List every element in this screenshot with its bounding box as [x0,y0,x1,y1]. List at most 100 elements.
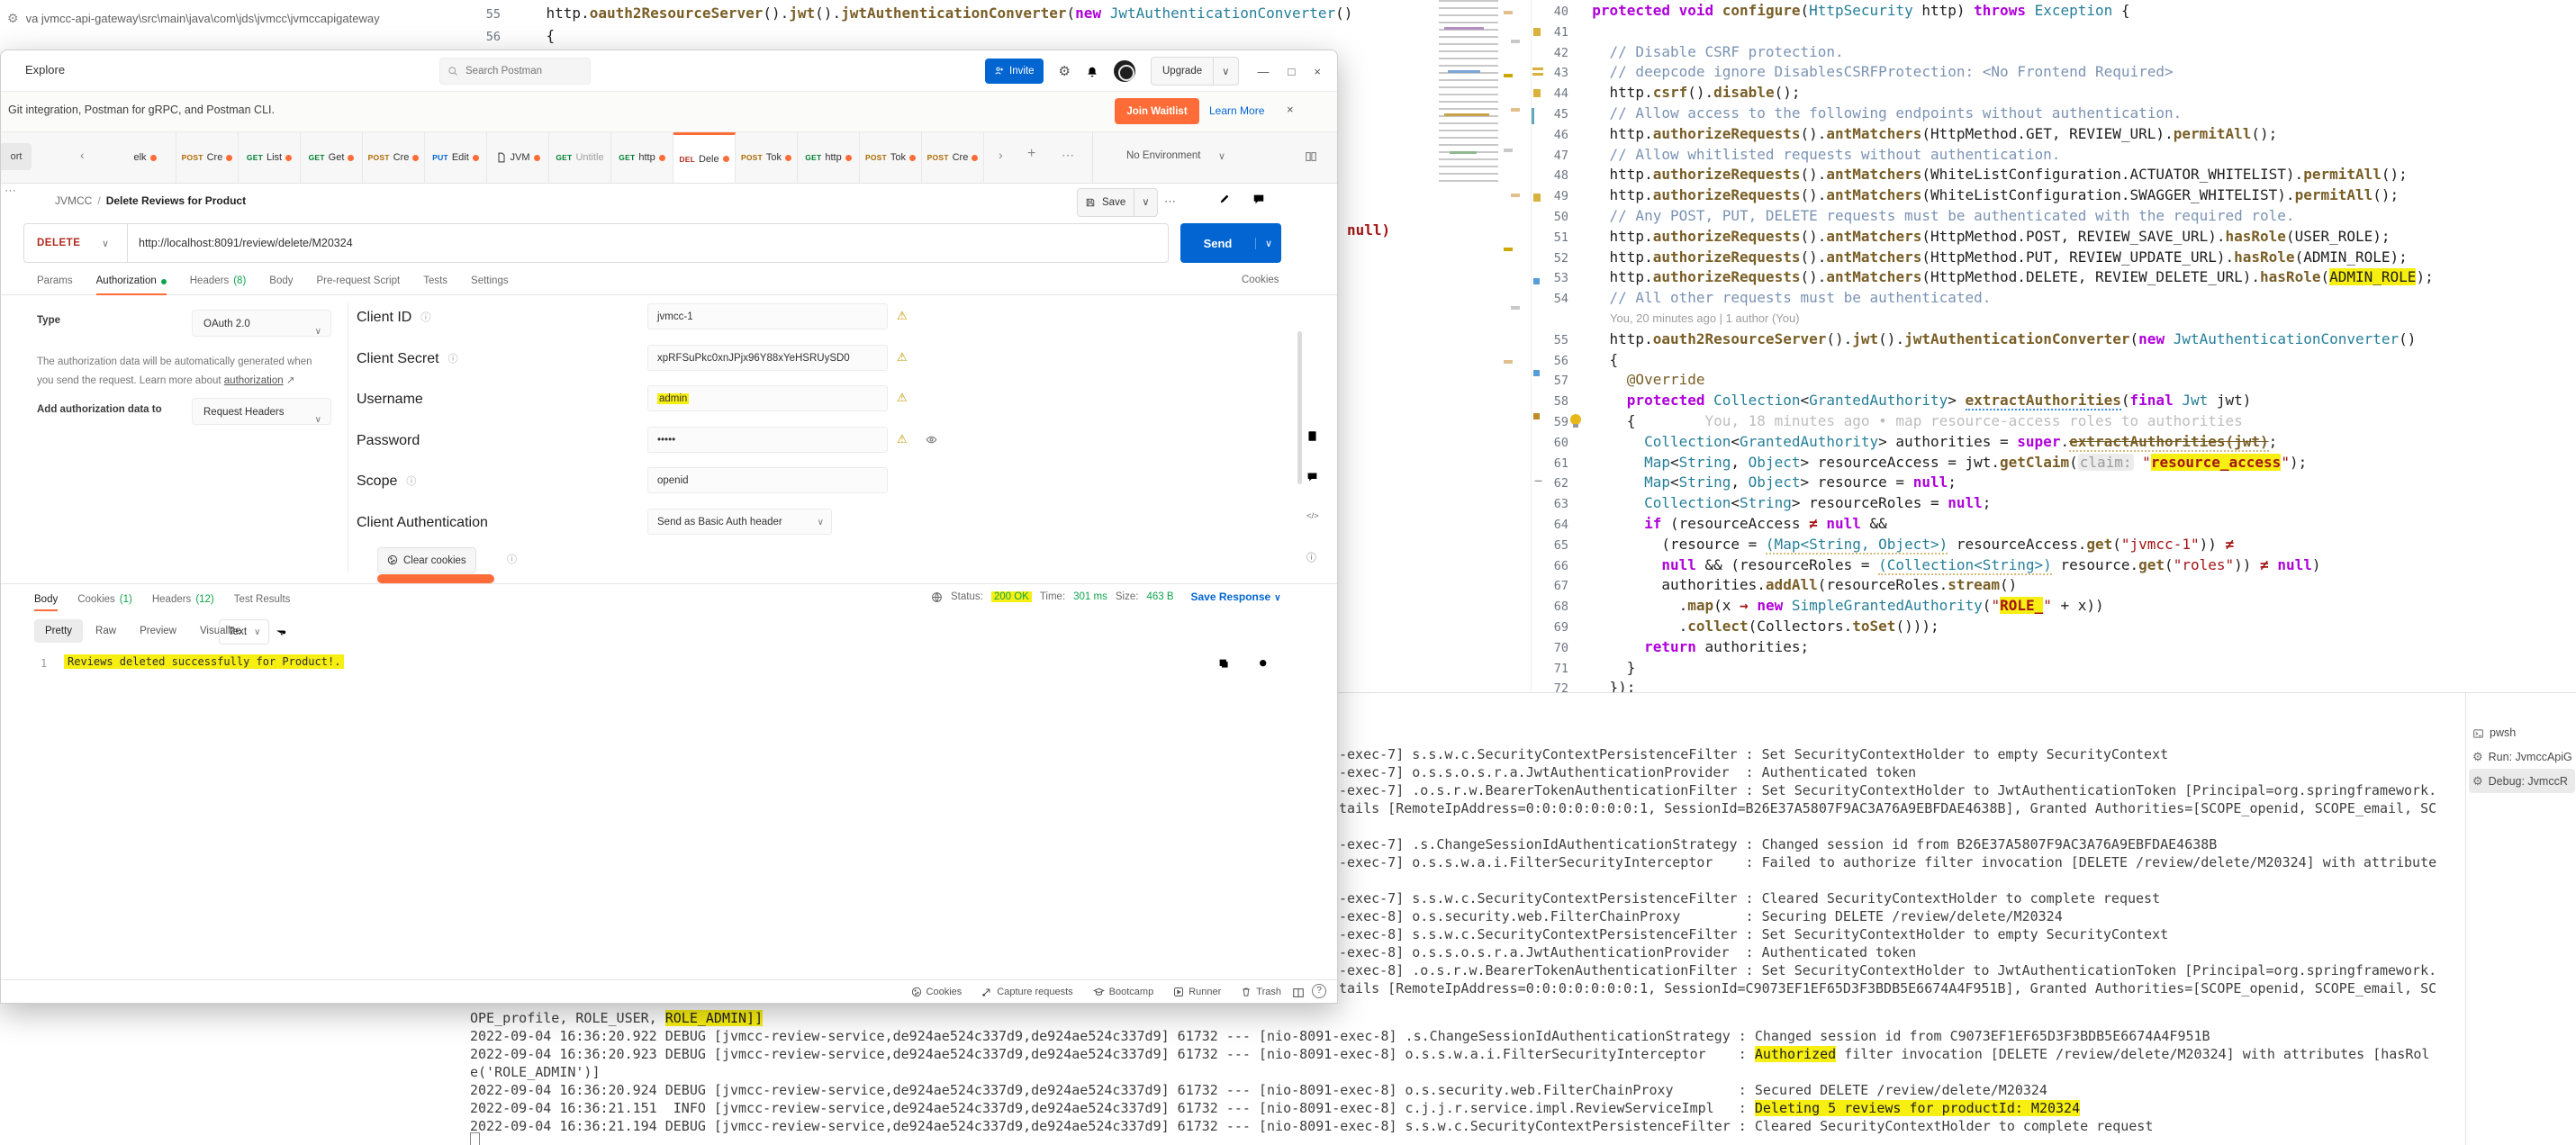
field-scope[interactable]: openid [647,467,888,493]
editor-left[interactable]: 55 http.oauth2ResourceServer().jwt().jwt… [470,2,1424,50]
request-tab-jvm[interactable]: JVM [487,132,549,183]
join-waitlist-button[interactable]: Join Waitlist [1115,98,1199,124]
sidebar-more-icon[interactable]: ⋯ [5,184,16,198]
authorization-link[interactable]: authorization [224,375,284,386]
scrollbar[interactable] [1297,331,1302,484]
tab-authorization[interactable]: Authorization [96,268,167,294]
editor-right[interactable]: − 40 protected void configure(HttpSecuri… [1531,1,2576,693]
request-tab-edit[interactable]: PUTEdit [425,132,487,183]
minimap[interactable] [1439,0,1498,185]
two-pane-icon[interactable] [1292,985,1305,1001]
request-tab-http[interactable]: GEThttp [798,132,860,183]
tab-options-icon[interactable]: ⋯ [1062,148,1074,163]
footer-bootcamp[interactable]: Bootcamp [1093,986,1154,996]
close-button[interactable]: × [1314,65,1321,78]
footer-cookies[interactable]: Cookies [911,986,963,996]
auth-type-select[interactable]: OAuth 2.0 ∨ [192,310,331,337]
request-tab-elk[interactable]: elk [114,132,176,183]
help-icon[interactable]: ? [1312,984,1326,998]
terminal-tab-pwsh[interactable]: pwsh [2469,720,2575,744]
save-response-button[interactable]: Save Response∨ [1191,591,1281,603]
response-body[interactable]: 1 Reviews deleted successfully for Produ… [1,646,1337,916]
request-tab-http[interactable]: GEThttp [611,132,673,183]
eye-icon[interactable] [926,432,937,448]
scroll-tabs-right-icon[interactable]: › [999,148,1003,162]
tab-cookies[interactable]: Cookies(1) [77,584,132,615]
format-select[interactable]: Text ∨ [219,619,269,645]
field-client-secret[interactable]: xpRFSuPkc0xnJPjx96Y88xYeHSRUySD0 [647,345,888,371]
terminal-tab-run-jvmccapig[interactable]: ⚙Run: JvmccApiG [2469,744,2575,769]
settings-gear-icon[interactable]: ⚙ [1059,63,1071,79]
fold-icon[interactable]: − [1534,473,1542,489]
clear-cookies-button[interactable]: Clear cookies [377,547,476,573]
request-tab-untitle[interactable]: GETUntitle [549,132,611,183]
invite-button[interactable]: Invite [985,59,1044,84]
tab-pre-request-script[interactable]: Pre-request Script [317,268,401,294]
scroll-tabs-left-icon[interactable]: ‹ [80,148,85,162]
request-tab-get[interactable]: GETGet [301,132,363,183]
learn-more-link[interactable]: Learn More [1209,104,1264,117]
lightbulb-icon[interactable] [1570,414,1582,428]
wrap-lines-icon[interactable] [275,623,288,639]
method-selector[interactable]: DELETE [24,238,102,248]
format-value: Text [228,627,247,637]
tab-settings[interactable]: Settings [471,268,509,294]
field-username[interactable]: admin [647,385,888,411]
field-client-id[interactable]: jvmcc-1 [647,303,888,329]
footer-trash[interactable]: Trash [1241,986,1281,996]
field-password[interactable]: ••••• [647,427,888,453]
banner-close-icon[interactable]: × [1287,103,1294,116]
field-value: jvmcc-1 [657,311,693,322]
request-tab-cre[interactable]: POSTCre [922,132,984,183]
workspace-name[interactable]: JVMCC [55,194,92,207]
environment-selector[interactable]: No Environment [1126,150,1200,161]
request-tab-list[interactable]: GETList [239,132,301,183]
send-button[interactable]: Send ∨ [1180,223,1281,263]
view-preview[interactable]: Preview [129,619,187,643]
new-tab-icon[interactable]: + [1027,146,1035,162]
view-pretty[interactable]: Pretty [34,619,83,643]
edit-pencil-icon[interactable] [1218,191,1231,207]
terminal-tab-debug-jvmccr[interactable]: ⚙Debug: JvmccR [2469,769,2575,793]
footer-runner[interactable]: Runner [1173,986,1221,996]
environment-quick-look-icon[interactable] [1305,149,1317,165]
view-raw[interactable]: Raw [85,619,127,643]
upgrade-button[interactable]: Upgrade ∨ [1151,57,1239,86]
request-tab-cre[interactable]: POSTCre [363,132,425,183]
bell-icon[interactable] [1086,64,1098,79]
request-tab-tok[interactable]: POSTTok [860,132,922,183]
avatar[interactable] [1114,60,1135,82]
maximize-button[interactable]: □ [1288,65,1296,78]
import-button-partial[interactable]: ort [1,143,32,170]
tab-params[interactable]: Params [37,268,73,294]
request-info-icon[interactable]: ⓘ [1306,550,1316,564]
field-client-authentication[interactable]: Send as Basic Auth header∨ [647,509,832,535]
search-input[interactable] [464,65,566,77]
tab-headers[interactable]: Headers(12) [152,584,214,615]
terminal-log-bottom[interactable]: OPE_profile, ROLE_USER, ROLE_ADMIN]]2022… [470,1002,2463,1145]
cookies-link[interactable]: Cookies [1242,275,1279,285]
tab-headers[interactable]: Headers(8) [190,268,247,294]
request-tab-dele[interactable]: DELDele [673,132,736,183]
footer-capture-requests[interactable]: Capture requests [981,986,1072,996]
tab-tests[interactable]: Tests [423,268,447,294]
code-snippet-icon[interactable]: </> [1306,511,1319,521]
comments-icon[interactable] [1306,471,1318,482]
get-token-button-partial[interactable] [377,574,494,583]
comment-icon[interactable] [1252,191,1265,207]
tab-test-results[interactable]: Test Results [234,584,291,615]
section-explore[interactable]: Explore [25,63,65,77]
terminal[interactable]: -exec-7] s.s.w.c.SecurityContextPersiste… [1339,693,2463,1002]
save-button[interactable]: Save ∨ [1077,188,1158,217]
request-tab-tok[interactable]: POSTTok [736,132,798,183]
tab-body[interactable]: Body [34,584,58,615]
request-tab-cre[interactable]: POSTCre [176,132,239,183]
request-more-icon[interactable]: ⋯ [1164,194,1176,209]
search-box[interactable] [439,58,591,85]
tab-body[interactable]: Body [269,268,293,294]
documentation-icon[interactable] [1306,430,1318,442]
url-input[interactable] [128,237,1168,249]
add-auth-data-select[interactable]: Request Headers ∨ [192,398,331,425]
request-name[interactable]: Delete Reviews for Product [106,194,246,207]
minimize-button[interactable]: — [1258,65,1270,78]
